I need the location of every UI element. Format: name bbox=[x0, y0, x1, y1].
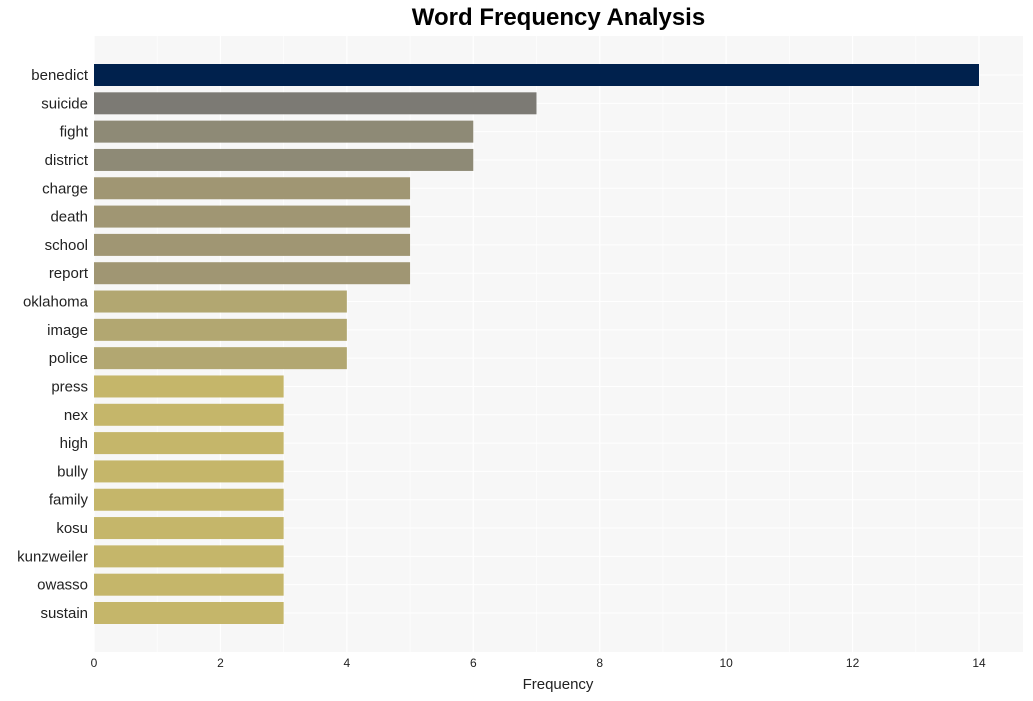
bar-police bbox=[94, 347, 347, 370]
y-tick-label: sustain bbox=[40, 605, 88, 622]
x-tick-label: 6 bbox=[470, 656, 477, 670]
bar-press bbox=[94, 375, 284, 398]
x-tick-label: 12 bbox=[846, 656, 860, 670]
bar-death bbox=[94, 205, 411, 228]
bar-family bbox=[94, 488, 284, 511]
y-tick-labels: benedict suicide fight district charge death s… bbox=[17, 67, 89, 622]
x-tick-label: 8 bbox=[596, 656, 603, 670]
x-tick-labels: 0 2 4 6 8 10 12 14 bbox=[91, 656, 986, 670]
y-tick-label: nex bbox=[64, 407, 89, 424]
y-tick-label: kunzweiler bbox=[17, 548, 88, 565]
bar-image bbox=[94, 318, 347, 341]
bar-sustain bbox=[94, 602, 284, 624]
y-tick-label: death bbox=[50, 209, 88, 226]
y-tick-label: school bbox=[45, 237, 88, 254]
bar-high bbox=[94, 432, 284, 455]
x-tick-label: 0 bbox=[91, 656, 98, 670]
bar-bully bbox=[94, 460, 284, 483]
y-tick-label: district bbox=[45, 152, 89, 169]
bar-kunzweiler bbox=[94, 545, 284, 568]
bar-oklahoma bbox=[94, 290, 347, 313]
y-tick-label: kosu bbox=[56, 520, 88, 537]
bar-suicide bbox=[94, 92, 537, 115]
y-tick-label: charge bbox=[42, 180, 88, 197]
y-tick-label: report bbox=[49, 265, 89, 282]
y-tick-label: bully bbox=[57, 463, 88, 480]
y-tick-label: oklahoma bbox=[23, 294, 89, 311]
bar-school bbox=[94, 233, 411, 256]
bar-benedict bbox=[94, 64, 979, 86]
y-tick-label: family bbox=[49, 492, 89, 509]
x-tick-label: 4 bbox=[344, 656, 351, 670]
y-tick-label: police bbox=[49, 350, 88, 367]
y-tick-label: owasso bbox=[37, 577, 88, 594]
y-tick-label: benedict bbox=[31, 67, 89, 84]
bar-district bbox=[94, 148, 474, 171]
bar-report bbox=[94, 262, 411, 285]
x-axis-label: Frequency bbox=[523, 676, 594, 693]
bar-chart: benedict suicide fight district charge death s… bbox=[17, 36, 1023, 693]
y-tick-label: image bbox=[47, 322, 88, 339]
bar-nex bbox=[94, 403, 284, 426]
x-tick-label: 10 bbox=[719, 656, 733, 670]
bar-owasso bbox=[94, 573, 284, 596]
y-tick-label: press bbox=[51, 378, 88, 395]
bar-kosu bbox=[94, 517, 284, 540]
y-tick-label: high bbox=[60, 435, 88, 452]
x-tick-label: 2 bbox=[217, 656, 224, 670]
x-tick-label: 14 bbox=[972, 656, 986, 670]
y-tick-label: suicide bbox=[41, 95, 88, 112]
bar-fight bbox=[94, 120, 474, 143]
y-tick-label: fight bbox=[60, 124, 89, 141]
bar-charge bbox=[94, 177, 411, 200]
